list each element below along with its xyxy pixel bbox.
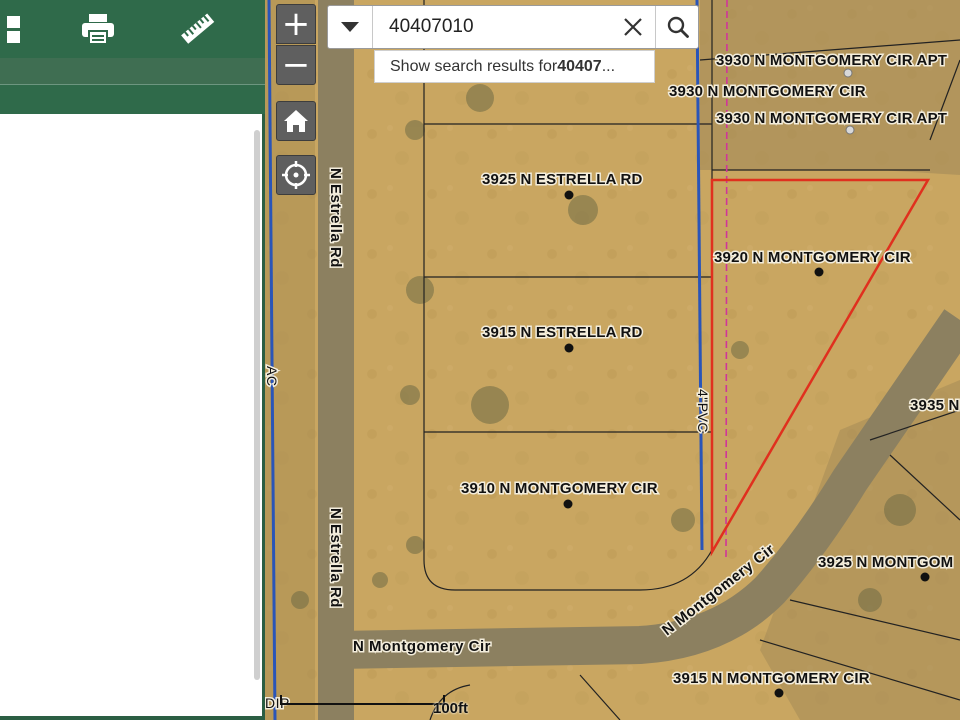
home-icon	[284, 110, 308, 132]
utility-label-pvc: 4"PVC	[695, 389, 711, 433]
parcel-label: 3925 N ESTRELLA RD	[482, 171, 643, 188]
parcel-label-selected: 3920 N MONTGOMERY CIR	[714, 249, 911, 266]
utility-label-ac: AC	[265, 366, 280, 386]
parcel-label: 3935 N	[910, 397, 960, 414]
caret-down-icon	[341, 22, 359, 32]
measure-button[interactable]	[172, 0, 224, 58]
app-root: 3930 N MONTGOMERY CIR APT 3930 N MONTGOM…	[0, 0, 960, 720]
printer-icon	[82, 14, 114, 45]
panel-content-header	[0, 84, 265, 114]
suggestion-query: 40407	[557, 57, 602, 75]
scale-bar	[280, 695, 445, 705]
search-box	[327, 5, 699, 49]
map-canvas: 3930 N MONTGOMERY CIR APT 3930 N MONTGOM…	[265, 0, 960, 720]
street-label-estrella: N Estrella Rd	[327, 168, 344, 268]
close-icon	[624, 18, 642, 36]
suggestion-prefix: Show search results for	[390, 57, 558, 75]
search-input[interactable]	[374, 6, 610, 48]
map-view[interactable]: 3930 N MONTGOMERY CIR APT 3930 N MONTGOM…	[265, 0, 960, 720]
parcel-label: 3930 N MONTGOMERY CIR APT	[716, 110, 947, 127]
crosshair-icon	[282, 161, 310, 189]
parcel-label: 3925 N MONTGOM	[818, 554, 953, 571]
estrella-road	[318, 0, 354, 720]
parcel-label: 3915 N ESTRELLA RD	[482, 324, 643, 341]
search-button[interactable]	[655, 6, 699, 48]
minus-icon: −	[281, 45, 311, 85]
panel-subbar	[0, 58, 265, 84]
scale-label: 100ft	[433, 700, 469, 717]
zoom-out-button[interactable]: −	[276, 45, 316, 85]
panel-scrollbar[interactable]	[254, 130, 260, 680]
zoom-in-button[interactable]: +	[276, 4, 316, 44]
home-button[interactable]	[276, 101, 316, 141]
side-panel	[0, 0, 265, 720]
grid-icon	[7, 16, 20, 43]
street-label-montgomery: N Montgomery Cir	[353, 638, 491, 655]
search-icon	[667, 16, 689, 38]
layers-button[interactable]	[0, 0, 30, 58]
ruler-icon	[181, 13, 215, 44]
plus-icon: +	[281, 4, 311, 44]
print-button[interactable]	[72, 0, 124, 58]
parcel-label: 3910 N MONTGOMERY CIR	[461, 480, 658, 497]
street-label-estrella: N Estrella Rd	[327, 508, 344, 608]
search-suggestion[interactable]: Show search results for 40407...	[374, 50, 655, 83]
clear-search-button[interactable]	[611, 6, 655, 48]
parcel-label: 3930 N MONTGOMERY CIR	[669, 83, 866, 100]
parcel-label: 3915 N MONTGOMERY CIR	[673, 670, 870, 687]
panel-content[interactable]	[0, 114, 262, 716]
panel-toolbar	[0, 0, 265, 58]
search-source-dropdown[interactable]	[328, 6, 373, 48]
suggestion-ellipsis: ...	[601, 57, 616, 75]
locate-button[interactable]	[276, 155, 316, 195]
parcel-label: 3930 N MONTGOMERY CIR APT	[716, 52, 947, 69]
